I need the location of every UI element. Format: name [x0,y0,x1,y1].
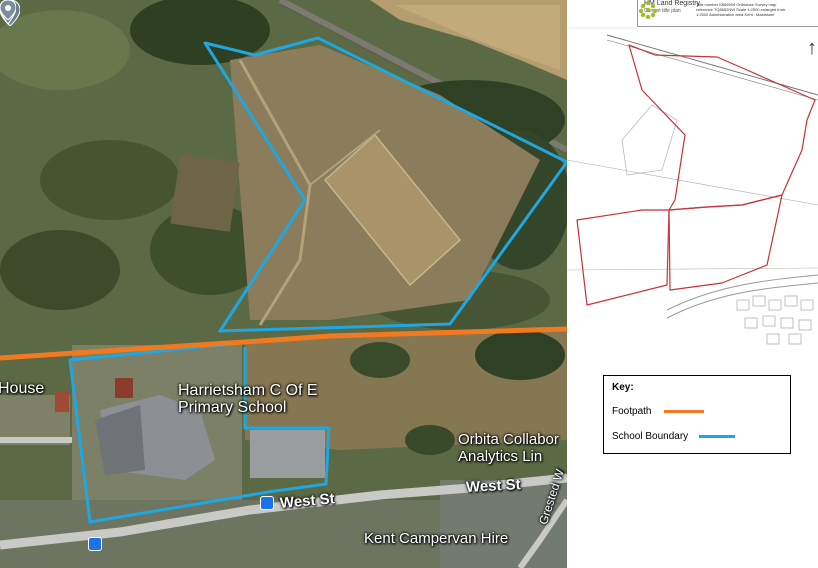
key-footpath-label: Footpath [612,406,652,417]
tree-cluster [350,342,410,378]
land-registry-logo-icon [638,0,658,20]
title-boundary-east[interactable] [668,194,783,291]
north-arrow-icon: ↑ [807,37,817,59]
tree-belt [40,140,180,220]
campervan-pin-icon[interactable] [0,0,16,20]
tree-belt [0,230,120,310]
plan-building [621,104,678,176]
plan-meta: Title number K869909 Ordnance Survey map… [696,2,786,17]
plan-line [567,159,818,206]
school-label[interactable]: Harrietsham C Of E Primary School [178,382,318,416]
house-label[interactable]: House [0,380,44,398]
aerial-map[interactable]: Harrietsham C Of E Primary School House … [0,0,567,568]
tree-cluster [405,425,455,455]
orbita-label[interactable]: Orbita Collabor Analytics Lin [458,431,567,465]
plan-line [567,267,818,271]
campervan-label[interactable]: Kent Campervan Hire [364,530,508,547]
car-park [250,430,325,478]
title-boundary-north[interactable] [628,44,816,211]
key-school-boundary-label: School Boundary [612,431,689,442]
title-plan-canvas [567,27,818,345]
plan-railway [606,34,818,96]
school-roof-red [115,378,133,398]
tree-cluster [475,330,565,380]
west-st-label: West St [465,476,522,496]
bus-stop-icon[interactable] [88,537,102,551]
plan-houses [736,295,814,345]
page: Harrietsham C Of E Primary School House … [0,0,818,568]
orchard [170,154,240,232]
title-plan: HM Land Registry Current title plan Titl… [567,0,818,348]
title-plan-header: HM Land Registry Current title plan Titl… [637,0,818,27]
title-boundary-west[interactable] [576,209,670,306]
key-school-boundary-swatch [699,435,735,438]
key-footpath-swatch [664,410,704,413]
house-roof [55,392,69,412]
key-title: Key: [612,382,634,393]
bus-stop-icon[interactable] [260,496,274,510]
map-key: Key: Footpath School Boundary [603,375,791,454]
